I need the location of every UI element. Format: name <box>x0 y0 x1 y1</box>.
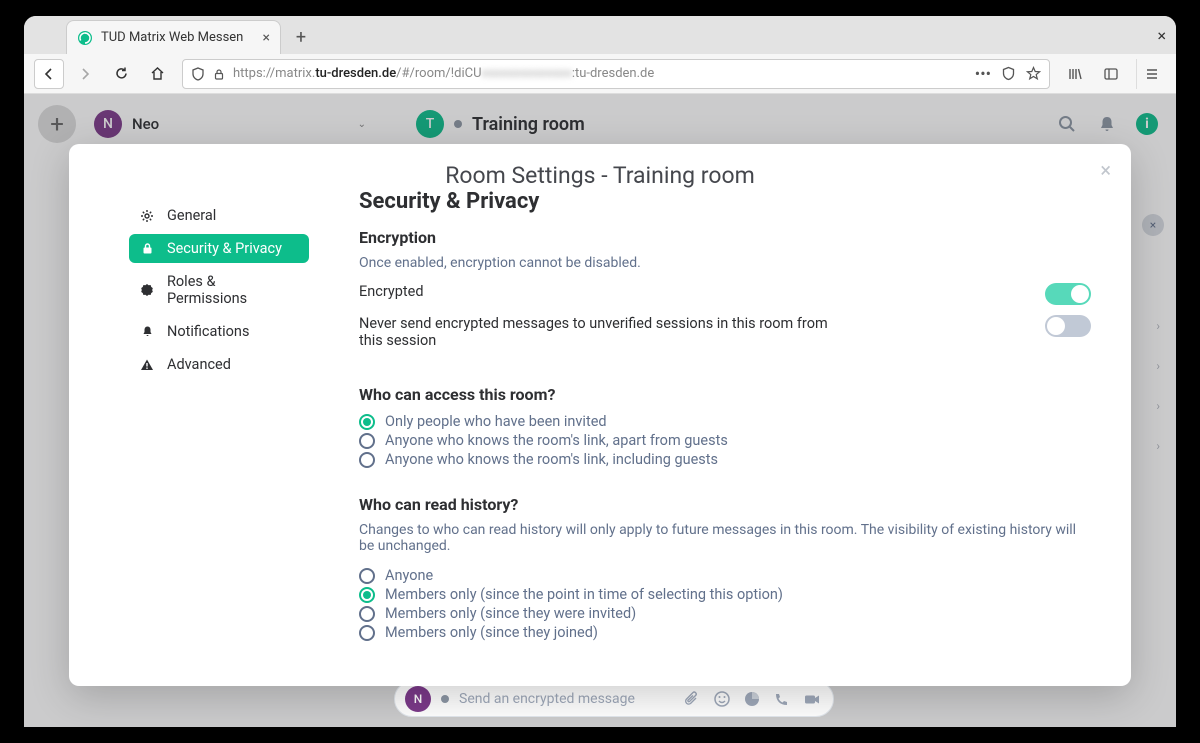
composer-avatar: N <box>405 686 431 712</box>
encryption-subheading: Encryption <box>359 228 1091 247</box>
sidebar-icon[interactable] <box>1096 59 1126 89</box>
window-close-icon[interactable]: × <box>1157 26 1166 45</box>
radio-label: Members only (since they were invited) <box>385 605 636 622</box>
settings-tabs: General Security & Privacy Roles & Permi… <box>69 189 359 686</box>
tab-notifications[interactable]: Notifications <box>129 317 309 346</box>
tab-advanced[interactable]: Advanced <box>129 350 309 379</box>
address-bar[interactable]: https://matrix.tu-dresden.de/#/room/!diC… <box>182 59 1050 89</box>
gear-icon <box>139 208 155 224</box>
history-option-since-selected[interactable]: Members only (since the point in time of… <box>359 585 1091 604</box>
emoji-icon[interactable] <box>713 690 733 708</box>
radio-icon <box>359 625 375 641</box>
radio-icon <box>359 606 375 622</box>
radio-icon <box>359 433 375 449</box>
tracking-shield-icon[interactable] <box>1001 66 1016 81</box>
history-radio-group: Anyone Members only (since the point in … <box>359 566 1091 642</box>
hamburger-menu-icon[interactable] <box>1136 59 1166 89</box>
browser-nav-toolbar: https://matrix.tu-dresden.de/#/room/!diC… <box>24 54 1176 94</box>
history-option-since-joined[interactable]: Members only (since they joined) <box>359 623 1091 642</box>
bookmark-star-icon[interactable] <box>1026 66 1041 81</box>
nav-reload-button[interactable] <box>106 59 136 89</box>
app-content: + N Neo ⌄ T Training room i <box>24 94 1176 727</box>
radio-icon <box>359 414 375 430</box>
radio-label: Anyone who knows the room's link, apart … <box>385 432 728 449</box>
history-subheading: Who can read history? <box>359 495 1091 514</box>
tab-roles-permissions[interactable]: Roles & Permissions <box>129 267 309 313</box>
radio-label: Members only (since the point in time of… <box>385 586 783 603</box>
toolbar-right <box>1060 59 1166 89</box>
new-tab-button[interactable]: + <box>287 23 315 51</box>
radio-icon <box>359 568 375 584</box>
badge-icon <box>139 282 155 298</box>
warning-icon <box>139 357 155 373</box>
video-call-icon[interactable] <box>803 690 823 709</box>
radio-label: Members only (since they joined) <box>385 624 598 641</box>
tab-title: TUD Matrix Web Messen <box>101 30 243 45</box>
panel-heading: Security & Privacy <box>359 189 1091 214</box>
toggle-row-never-send: Never send encrypted messages to unverif… <box>359 315 1091 349</box>
nav-back-button[interactable] <box>34 59 64 89</box>
settings-panel: Security & Privacy Encryption Once enabl… <box>359 189 1131 686</box>
message-composer[interactable]: N Send an encrypted message <box>394 681 834 717</box>
never-send-unverified-toggle[interactable] <box>1045 315 1091 337</box>
url-text: https://matrix.tu-dresden.de/#/room/!diC… <box>233 66 654 81</box>
tab-label: Security & Privacy <box>167 240 282 257</box>
access-subheading: Who can access this room? <box>359 385 1091 404</box>
modal-close-icon[interactable]: × <box>1100 158 1111 182</box>
lock-icon <box>139 241 155 257</box>
history-option-anyone[interactable]: Anyone <box>359 566 1091 585</box>
modal-title: Room Settings - Training room <box>69 162 1131 189</box>
nav-forward-button[interactable] <box>70 59 100 89</box>
tab-label: Roles & Permissions <box>167 273 299 307</box>
radio-icon <box>359 587 375 603</box>
history-note: Changes to who can read history will onl… <box>359 522 1091 554</box>
tab-label: Advanced <box>167 356 231 373</box>
voice-call-icon[interactable] <box>773 691 793 708</box>
toggle-label: Encrypted <box>359 283 424 300</box>
room-settings-modal: × Room Settings - Training room General <box>69 144 1131 686</box>
radio-label: Anyone who knows the room's link, includ… <box>385 451 718 468</box>
lock-icon <box>213 68 225 80</box>
presence-dot-icon <box>441 695 449 703</box>
radio-label: Only people who have been invited <box>385 413 607 430</box>
tab-label: Notifications <box>167 323 249 340</box>
tab-close-icon[interactable]: × <box>263 30 270 46</box>
access-option-link-guests[interactable]: Anyone who knows the room's link, includ… <box>359 450 1091 469</box>
sticker-icon[interactable] <box>743 690 763 708</box>
encrypted-toggle[interactable] <box>1045 283 1091 305</box>
bell-icon <box>139 324 155 340</box>
browser-window: TUD Matrix Web Messen × + × https:/ <box>24 16 1176 727</box>
library-icon[interactable] <box>1060 59 1090 89</box>
access-option-invited[interactable]: Only people who have been invited <box>359 412 1091 431</box>
encryption-note: Once enabled, encryption cannot be disab… <box>359 255 1091 271</box>
shield-icon[interactable] <box>191 67 205 81</box>
radio-label: Anyone <box>385 567 433 584</box>
access-radio-group: Only people who have been invited Anyone… <box>359 412 1091 469</box>
radio-icon <box>359 452 375 468</box>
address-bar-actions: ••• <box>975 64 1041 83</box>
tab-favicon-icon <box>77 30 93 46</box>
composer-placeholder: Send an encrypted message <box>459 691 673 707</box>
browser-tab-bar: TUD Matrix Web Messen × + × <box>24 16 1176 54</box>
toggle-label: Never send encrypted messages to unverif… <box>359 315 839 349</box>
attachment-icon[interactable] <box>683 690 703 708</box>
history-option-since-invited[interactable]: Members only (since they were invited) <box>359 604 1091 623</box>
nav-home-button[interactable] <box>142 59 172 89</box>
tab-general[interactable]: General <box>129 201 309 230</box>
access-option-link-no-guests[interactable]: Anyone who knows the room's link, apart … <box>359 431 1091 450</box>
meatballs-icon[interactable]: ••• <box>975 64 991 83</box>
tab-label: General <box>167 207 216 224</box>
tab-security-privacy[interactable]: Security & Privacy <box>129 234 309 263</box>
browser-tab[interactable]: TUD Matrix Web Messen × <box>66 20 281 54</box>
toggle-row-encrypted: Encrypted <box>359 283 1091 305</box>
